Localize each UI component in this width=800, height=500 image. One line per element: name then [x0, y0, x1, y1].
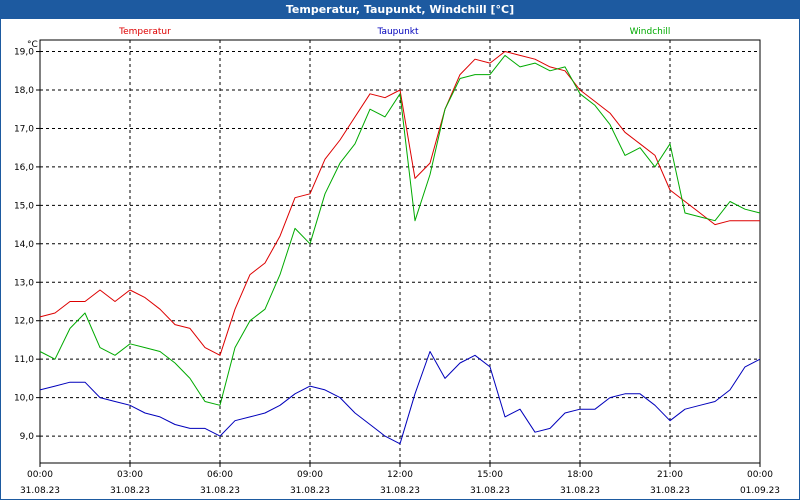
y-tick-label: 17,0 [14, 124, 34, 134]
x-tick-time-label: 15:00 [477, 470, 503, 480]
x-tick-time-label: 06:00 [207, 470, 233, 480]
x-axis: 00:00 31.08.23 03:00 31.08.23 06:00 31.08.23 0… [20, 463, 780, 496]
x-tick-time-label: 21:00 [657, 470, 683, 480]
legend: Temperatur Taupunkt Windchill [118, 27, 670, 37]
x-tick-date-label: 31.08.23 [200, 486, 240, 496]
x-tick-date-label: 01.09.23 [740, 486, 780, 496]
y-tick-label: 10,0 [14, 394, 34, 404]
x-tick-time-label: 00:00 [747, 470, 773, 480]
x-tick-date-label: 31.08.23 [20, 486, 60, 496]
x-tick-time-label: 18:00 [567, 470, 593, 480]
x-tick-date-label: 31.08.23 [560, 486, 600, 496]
y-tick-label: 15,0 [14, 201, 34, 211]
y-tick-label: 18,0 [14, 86, 34, 96]
y-axis: 9,010,011,012,013,014,015,016,017,018,01… [14, 48, 40, 442]
x-tick-date-label: 31.08.23 [110, 486, 150, 496]
x-tick-date-label: 31.08.23 [470, 486, 510, 496]
x-tick-time-label: 09:00 [297, 470, 323, 480]
y-tick-label: 11,0 [14, 355, 34, 365]
x-tick-date-label: 31.08.23 [290, 486, 330, 496]
legend-entry-temperatur: Temperatur [118, 27, 171, 37]
y-tick-label: 9,0 [20, 432, 35, 442]
line-chart: 9,0 10,0 11,0 12,0 13,0 14,0 15,0 16,0 17,0 18,0 1… [14, 27, 780, 496]
x-tick-time-label: 00:00 [27, 470, 53, 480]
y-tick-label: 14,0 [14, 240, 34, 250]
y-tick-label: 13,0 [14, 278, 34, 288]
x-tick-time-label: 12:00 [387, 470, 413, 480]
legend-entry-taupunkt: Taupunkt [376, 27, 419, 37]
x-tick-date-label: 31.08.23 [650, 486, 690, 496]
legend-entry-windchill: Windchill [630, 27, 671, 37]
y-tick-label: 12,0 [14, 317, 34, 327]
y-axis-label: °C [27, 40, 38, 50]
y-tick-label: 16,0 [14, 163, 34, 173]
x-tick-time-label: 03:00 [117, 470, 143, 480]
x-tick-date-label: 31.08.23 [380, 486, 420, 496]
